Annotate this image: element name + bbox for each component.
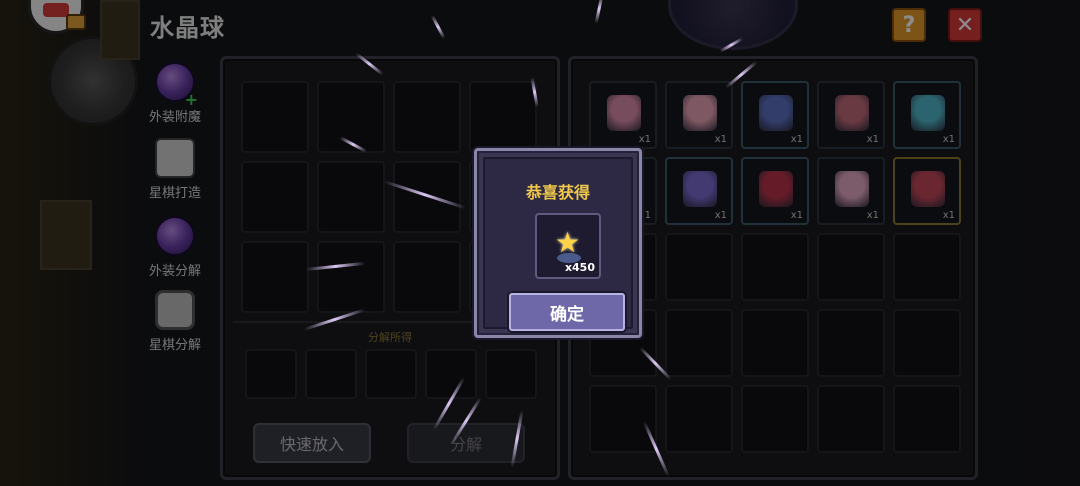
pot-decoration	[40, 200, 92, 270]
inventory-slot[interactable]: x1	[741, 157, 809, 225]
staff-icon	[835, 95, 869, 131]
decompose-slot[interactable]	[241, 81, 309, 153]
inventory-slot[interactable]: x1	[665, 157, 733, 225]
inventory-slot[interactable]: x1	[817, 157, 885, 225]
side-item-label: 星棋分解	[148, 338, 201, 353]
inventory-slot[interactable]	[893, 233, 961, 301]
decompose-slot[interactable]	[393, 81, 461, 153]
background-decoration	[0, 0, 140, 486]
star-icon: ★	[555, 226, 581, 259]
inventory-slot[interactable]	[665, 309, 733, 377]
plus-icon: +	[184, 90, 198, 109]
modal-body: 恭喜获得 ★ x450 确定	[483, 157, 633, 331]
help-button[interactable]: ?	[892, 8, 926, 42]
result-slot	[425, 349, 477, 399]
result-slot	[485, 349, 537, 399]
pink-flower-icon	[683, 95, 717, 131]
side-item-decompose-chess[interactable]: 星棋分解	[140, 290, 210, 370]
inventory-slot[interactable]	[589, 385, 657, 453]
stone-chess-icon	[155, 290, 195, 330]
decompose-button[interactable]: 分解	[407, 423, 525, 463]
item-quantity: x1	[790, 210, 803, 221]
side-item-label: 星棋打造	[148, 186, 201, 201]
item-quantity: x1	[866, 134, 879, 145]
pause-badge-icon[interactable]	[66, 14, 86, 30]
decompose-slot[interactable]	[241, 161, 309, 233]
pink-mask-icon	[607, 95, 641, 131]
red-armor-icon	[759, 171, 793, 207]
inventory-grid: x1 x1 x1 x1 x1 x1 x1 x1 x1 x1	[589, 81, 961, 453]
item-quantity: x1	[714, 210, 727, 221]
item-quantity: x1	[942, 134, 955, 145]
close-button[interactable]: ✕	[948, 8, 982, 42]
inventory-slot[interactable]	[817, 385, 885, 453]
inventory-slot[interactable]	[741, 233, 809, 301]
result-slot	[365, 349, 417, 399]
decompose-slot[interactable]	[317, 241, 385, 313]
side-item-label: 外装分解	[148, 264, 201, 279]
decompose-slot[interactable]	[317, 161, 385, 233]
pink-horns-icon	[835, 171, 869, 207]
inventory-slot[interactable]: x1	[817, 81, 885, 149]
decompose-slot[interactable]	[469, 81, 537, 153]
decompose-slot[interactable]	[241, 241, 309, 313]
inventory-slot[interactable]	[665, 233, 733, 301]
wall-decoration	[100, 0, 140, 60]
inventory-slot[interactable]	[893, 385, 961, 453]
reward-quantity: x450	[564, 261, 595, 274]
inventory-slot[interactable]	[665, 385, 733, 453]
reward-modal: 恭喜获得 ★ x450 确定	[474, 148, 642, 338]
blue-feather-icon	[911, 95, 945, 131]
item-quantity: x1	[638, 134, 651, 145]
quick-add-button[interactable]: 快速放入	[253, 423, 371, 463]
item-quantity: x1	[714, 134, 727, 145]
item-quantity: x1	[942, 210, 955, 221]
reward-slot[interactable]: ★ x450	[535, 213, 601, 279]
page-title: 水晶球	[150, 14, 225, 42]
inventory-slot[interactable]: x1	[665, 81, 733, 149]
inventory-slot[interactable]	[817, 309, 885, 377]
inventory-slot[interactable]: x1	[589, 81, 657, 149]
result-slot	[245, 349, 297, 399]
purple-feather-icon	[683, 171, 717, 207]
crystal-orb-icon	[155, 216, 195, 256]
side-item-label: 外装附魔	[148, 110, 201, 125]
decompose-slot[interactable]	[393, 241, 461, 313]
modal-title: 恭喜获得	[525, 183, 590, 202]
confirm-button[interactable]: 确定	[509, 293, 625, 331]
side-item-decompose-outfit[interactable]: 外装分解	[140, 216, 210, 296]
item-quantity: x1	[866, 210, 879, 221]
inventory-slot[interactable]	[817, 233, 885, 301]
item-quantity: x1	[790, 134, 803, 145]
stone-chess-icon	[155, 138, 195, 178]
inventory-slot[interactable]: x1	[893, 157, 961, 225]
avatar-hat-icon	[43, 3, 69, 17]
result-slot-grid	[245, 349, 537, 399]
side-item-enchant[interactable]: + 外装附魔	[140, 62, 210, 142]
red-book-icon	[911, 171, 945, 207]
result-slot	[305, 349, 357, 399]
inventory-slot[interactable]	[741, 385, 809, 453]
side-item-forge[interactable]: 星棋打造	[140, 138, 210, 218]
inventory-slot[interactable]	[893, 309, 961, 377]
inventory-slot[interactable]: x1	[893, 81, 961, 149]
inventory-slot[interactable]	[741, 309, 809, 377]
horned-helmet-icon	[759, 95, 793, 131]
inventory-slot[interactable]: x1	[741, 81, 809, 149]
